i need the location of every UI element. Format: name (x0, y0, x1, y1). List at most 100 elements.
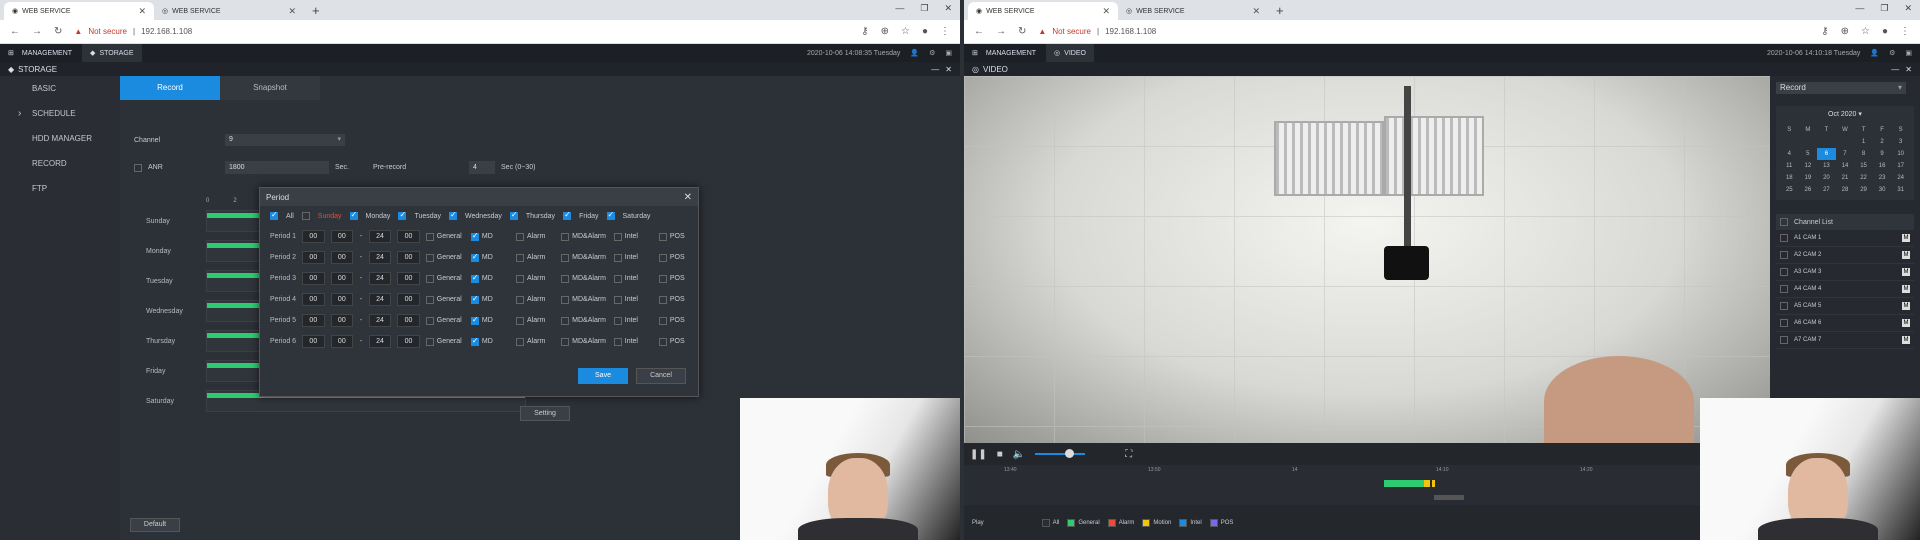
option-checkbox[interactable] (658, 316, 667, 325)
channel-stream-icon[interactable]: M (1902, 268, 1910, 276)
calendar-day[interactable]: 26 (1799, 184, 1818, 196)
calendar-day[interactable]: 9 (1873, 148, 1892, 160)
close-tab-icon[interactable]: ✕ (1102, 6, 1110, 17)
close-tab-icon[interactable]: ✕ (1252, 6, 1260, 17)
thursday-checkbox[interactable] (509, 210, 518, 220)
option-checkbox[interactable] (561, 274, 570, 283)
option-checkbox[interactable] (425, 232, 434, 241)
channel-row[interactable]: A6 CAM 6 M (1776, 315, 1914, 332)
calendar-day[interactable]: 30 (1873, 184, 1892, 196)
calendar-day[interactable]: 15 (1854, 160, 1873, 172)
browser-tab-2[interactable]: ◎ WEB SERVICE ✕ (154, 2, 304, 20)
zoom-icon[interactable]: ⊕ (1841, 26, 1849, 37)
end-hour-input[interactable]: 24 (368, 293, 392, 306)
option-checkbox[interactable] (516, 295, 525, 304)
channel-checkbox[interactable] (1780, 319, 1788, 327)
close-dialog-icon[interactable]: ✕ (684, 192, 692, 203)
start-minute-input[interactable]: 00 (330, 251, 354, 264)
pause-icon[interactable]: ❚❚ (970, 449, 987, 460)
anr-checkbox[interactable] (134, 163, 142, 172)
volume-slider[interactable] (1035, 449, 1086, 458)
browser-tab-1[interactable]: ◉ WEB SERVICE ✕ (968, 2, 1118, 20)
channel-row[interactable]: A4 CAM 4 M (1776, 281, 1914, 298)
channel-stream-icon[interactable]: M (1902, 251, 1910, 259)
volume-icon[interactable]: 🔈 (1013, 449, 1025, 460)
minimize-panel-icon[interactable]: — (931, 65, 939, 74)
browser-tab-1[interactable]: ◉ WEB SERVICE ✕ (4, 2, 154, 20)
end-minute-input[interactable]: 00 (397, 293, 420, 306)
friday-checkbox[interactable] (563, 210, 572, 220)
monday-checkbox[interactable] (349, 210, 358, 220)
start-hour-input[interactable]: 00 (302, 335, 325, 348)
minimize-icon[interactable]: — (1855, 3, 1864, 14)
calendar-day[interactable]: 6 (1817, 148, 1836, 160)
option-checkbox[interactable] (425, 316, 434, 325)
option-checkbox[interactable] (613, 316, 622, 325)
wednesday-checkbox[interactable] (449, 210, 458, 220)
calendar-day[interactable]: 17 (1891, 160, 1910, 172)
start-minute-input[interactable]: 00 (330, 230, 354, 243)
tab-snapshot[interactable]: Snapshot (220, 76, 320, 100)
user-icon[interactable]: 👤 (910, 49, 919, 57)
option-checkbox[interactable] (613, 232, 622, 241)
option-checkbox[interactable] (613, 337, 622, 346)
end-hour-input[interactable]: 24 (368, 230, 392, 243)
option-checkbox[interactable] (658, 232, 667, 241)
star-icon[interactable]: ☆ (901, 26, 910, 37)
restore-icon[interactable]: ❐ (1880, 3, 1888, 14)
end-hour-input[interactable]: 24 (368, 272, 392, 285)
legend-item[interactable]: Alarm (1107, 518, 1134, 527)
fullscreen-icon[interactable]: ▣ (1905, 49, 1912, 57)
cancel-button[interactable]: Cancel (636, 368, 686, 384)
key-icon[interactable]: ⚷ (861, 26, 868, 37)
calendar-day[interactable]: 11 (1780, 160, 1799, 172)
close-panel-icon[interactable]: ✕ (1905, 65, 1912, 74)
profile-icon[interactable]: ● (922, 26, 928, 37)
option-checkbox[interactable] (516, 316, 525, 325)
tab-record[interactable]: Record (120, 76, 220, 100)
management-menu[interactable]: ⊞ MANAGEMENT (972, 49, 1036, 58)
zoom-icon[interactable]: ⊕ (881, 26, 889, 37)
start-hour-input[interactable]: 00 (302, 272, 325, 285)
timeline-general-segment[interactable] (1384, 480, 1424, 487)
option-checkbox[interactable] (425, 337, 434, 346)
calendar-day[interactable]: 18 (1780, 172, 1799, 184)
minimize-icon[interactable]: — (895, 3, 904, 14)
channel-select[interactable]: 9 (225, 134, 345, 146)
channel-row[interactable]: A5 CAM 5 M (1776, 298, 1914, 315)
calendar-day[interactable]: 2 (1873, 136, 1892, 148)
channel-checkbox[interactable] (1780, 302, 1788, 310)
timeline-motion-segment[interactable] (1424, 480, 1430, 487)
option-checkbox[interactable] (425, 253, 434, 262)
channel-list-checkbox[interactable] (1780, 218, 1788, 226)
legend-item[interactable]: All (1041, 518, 1059, 527)
start-minute-input[interactable]: 00 (330, 272, 354, 285)
end-minute-input[interactable]: 00 (397, 335, 420, 348)
channel-checkbox[interactable] (1780, 285, 1788, 293)
end-hour-input[interactable]: 24 (368, 335, 392, 348)
end-minute-input[interactable]: 00 (397, 314, 420, 327)
option-checkbox[interactable] (516, 274, 525, 283)
default-button[interactable]: Default (130, 518, 180, 532)
option-checkbox[interactable] (470, 294, 479, 304)
end-minute-input[interactable]: 00 (397, 251, 420, 264)
calendar-day[interactable]: 5 (1799, 148, 1818, 160)
save-button[interactable]: Save (578, 368, 628, 384)
menu-icon[interactable]: ⋮ (940, 26, 950, 37)
calendar-day[interactable]: 13 (1817, 160, 1836, 172)
channel-checkbox[interactable] (1780, 251, 1788, 259)
end-hour-input[interactable]: 24 (368, 251, 392, 264)
option-checkbox[interactable] (658, 295, 667, 304)
end-hour-input[interactable]: 24 (368, 314, 392, 327)
calendar-day[interactable]: 21 (1836, 172, 1855, 184)
record-type-select[interactable]: Record (1776, 82, 1906, 94)
profile-icon[interactable]: ● (1882, 26, 1888, 37)
channel-checkbox[interactable] (1780, 336, 1788, 344)
option-checkbox[interactable] (613, 253, 622, 262)
timeline-motion-segment[interactable] (1432, 480, 1435, 487)
start-hour-input[interactable]: 00 (302, 314, 325, 327)
channel-row[interactable]: A2 CAM 2 M (1776, 247, 1914, 264)
option-checkbox[interactable] (516, 253, 525, 262)
new-tab-button[interactable]: + (1268, 2, 1292, 20)
calendar-day[interactable]: 25 (1780, 184, 1799, 196)
